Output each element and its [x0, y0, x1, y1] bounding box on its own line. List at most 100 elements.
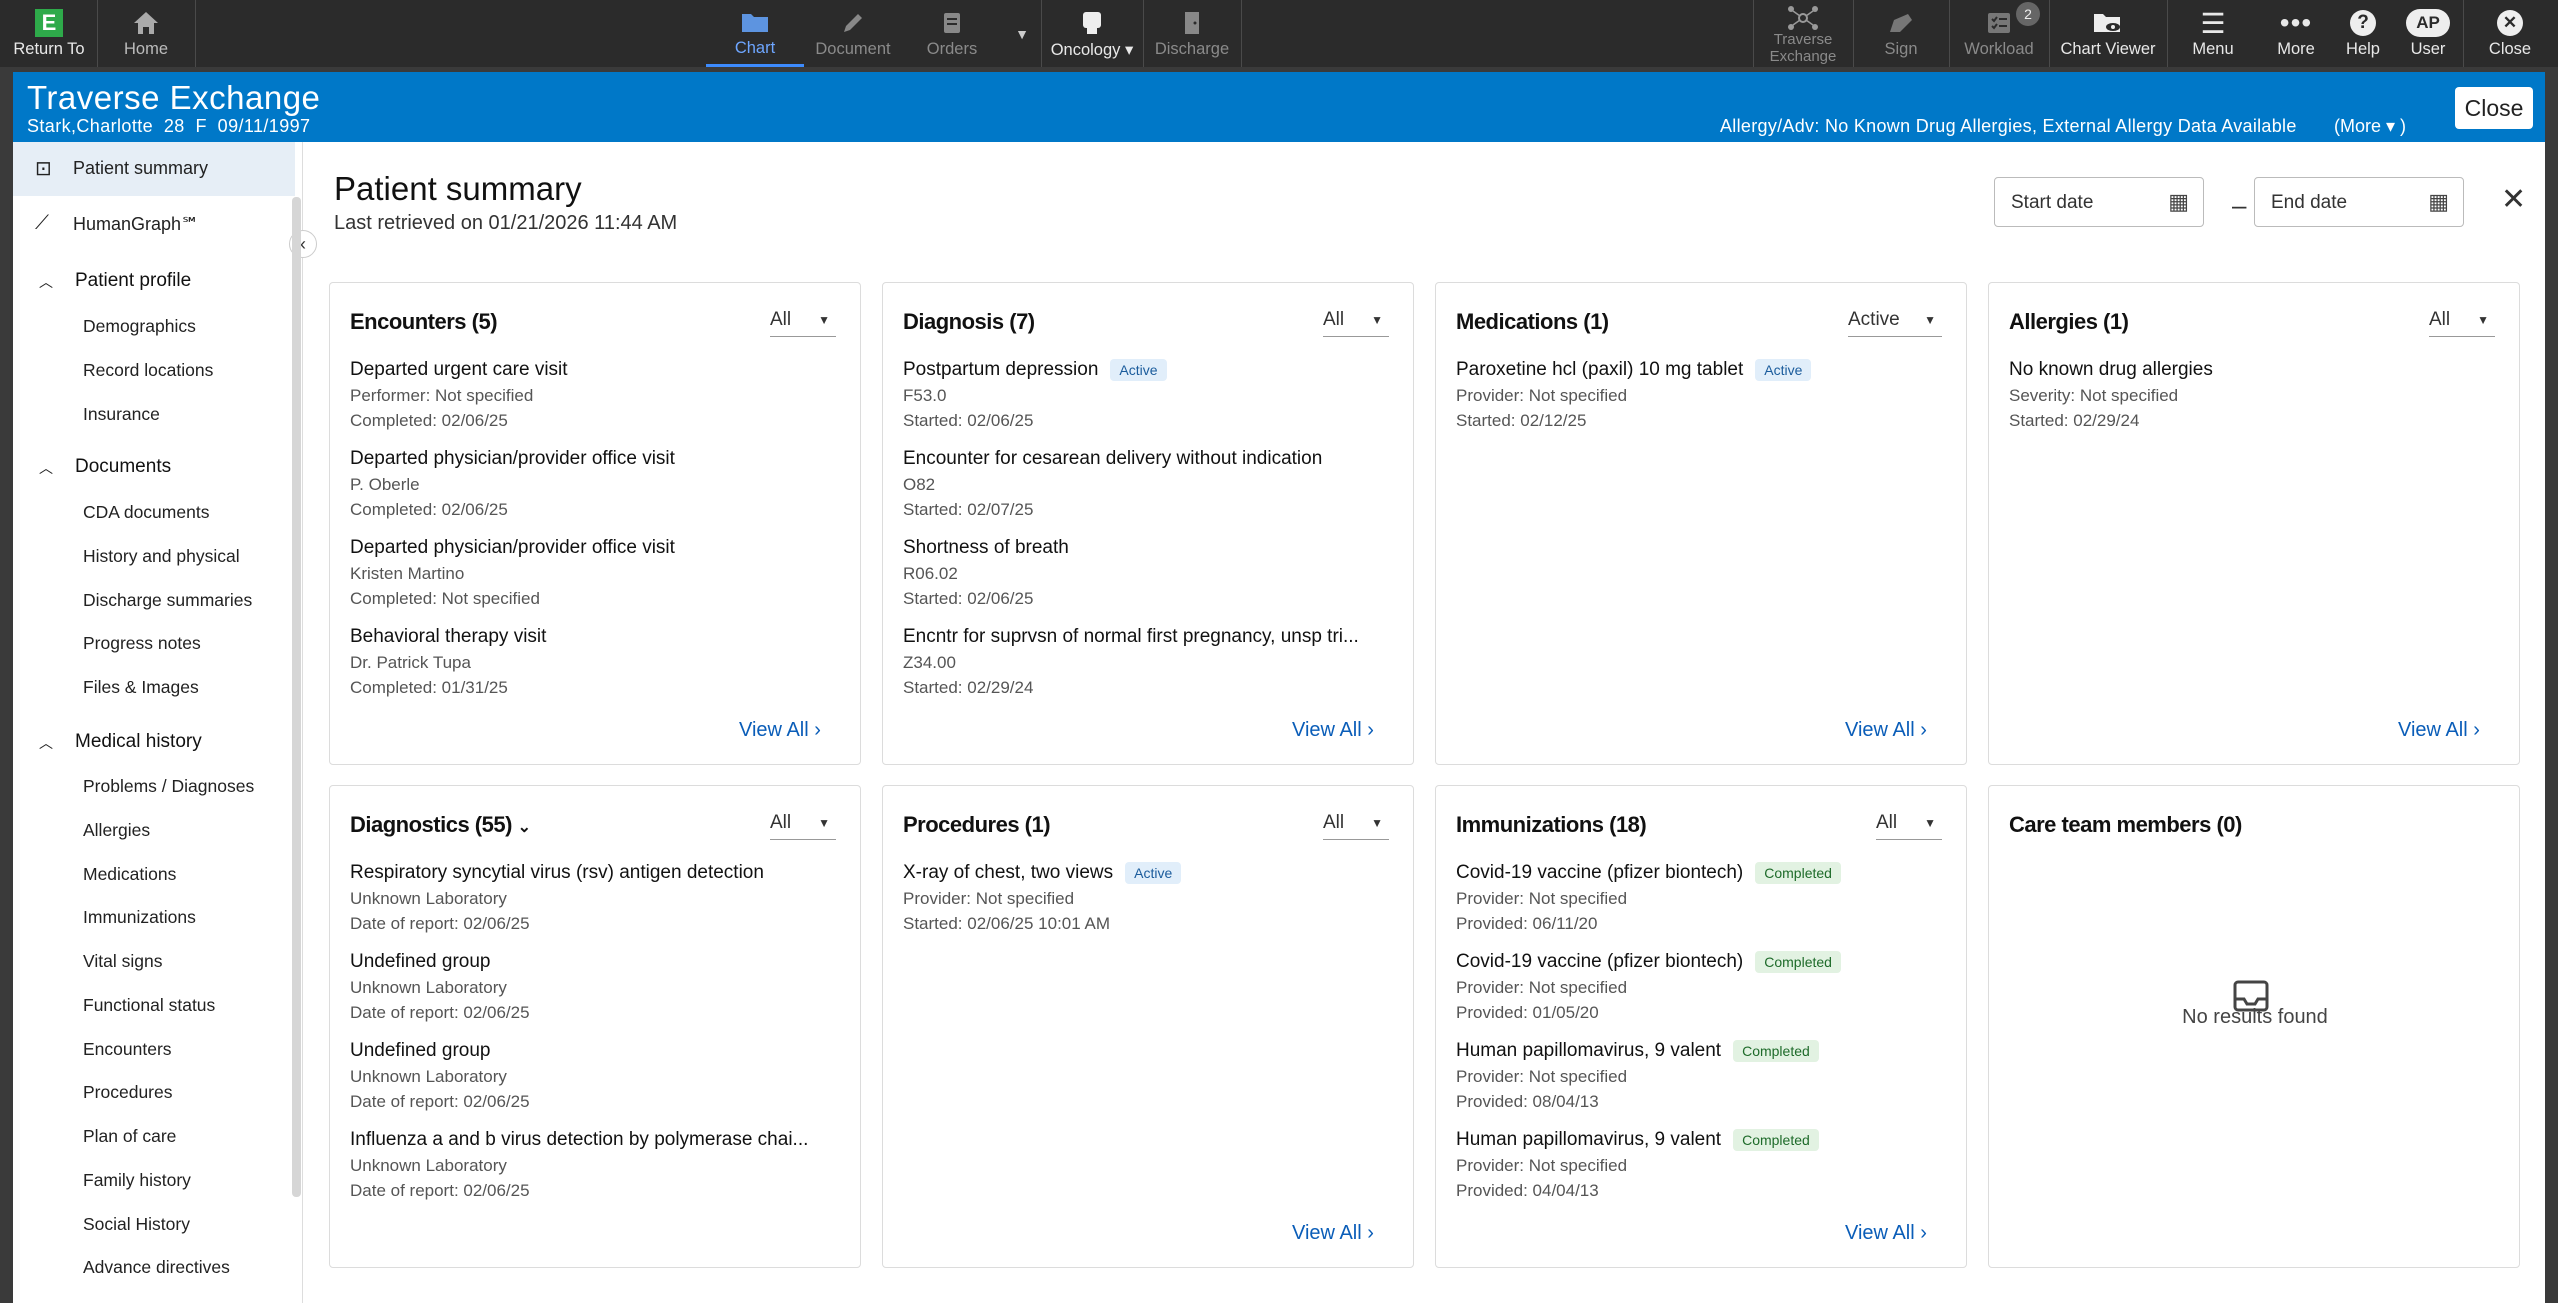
list-item[interactable]: Human papillomavirus, 9 valent Completed P… — [1456, 1038, 1956, 1114]
help-icon: ? — [2350, 8, 2376, 38]
sidebar-item-allergies[interactable]: Allergies — [83, 820, 150, 841]
sidebar-item-procedures[interactable]: Procedures — [83, 1082, 173, 1103]
chevron-up-icon[interactable]: ︿ — [39, 458, 53, 478]
list-item[interactable]: Encntr for suprvsn of normal first pregn… — [903, 624, 1403, 700]
diagnosis-filter-dropdown[interactable]: All ▼ — [1323, 309, 1389, 337]
list-item[interactable]: No known drug allergies Severity: Not spe… — [2009, 357, 2509, 433]
orders-button[interactable]: Orders — [902, 0, 1002, 67]
sidebar-item-plan-of-care[interactable]: Plan of care — [83, 1126, 176, 1147]
sidebar-item-advance-directives[interactable]: Advance directives — [83, 1257, 230, 1278]
list-item[interactable]: Postpartum depression Active F53.0 Started:… — [903, 357, 1403, 433]
medications-view-all-link[interactable]: View All › — [1845, 719, 1927, 742]
chevron-up-icon[interactable]: ︿ — [39, 272, 53, 292]
sidebar-item-problems[interactable]: Problems / Diagnoses — [83, 776, 254, 797]
sidebar-item-demographics[interactable]: Demographics — [83, 316, 196, 337]
list-item[interactable]: Covid-19 vaccine (pfizer biontech) Comple… — [1456, 860, 1956, 936]
menu-button[interactable]: ☰ Menu — [2168, 0, 2258, 67]
home-button[interactable]: Home — [98, 0, 194, 67]
discharge-button[interactable]: Discharge — [1144, 0, 1240, 67]
item-detail: Provider: Not specified — [1456, 1156, 1628, 1175]
list-item[interactable]: Paroxetine hcl (paxil) 10 mg tablet Activ… — [1456, 357, 1956, 433]
more-link[interactable]: (More ▾ ) — [2334, 116, 2406, 137]
encounters-view-all-link[interactable]: View All › — [739, 719, 821, 742]
list-item[interactable]: Respiratory syncytial virus (rsv) antige… — [350, 860, 850, 936]
chevron-up-icon[interactable]: ︿ — [39, 733, 53, 753]
item-detail: Unknown Laboratory — [350, 1156, 507, 1175]
help-button[interactable]: ? Help — [2334, 0, 2392, 67]
user-button[interactable]: AP User — [2394, 0, 2462, 67]
sidebar-item-cda-documents[interactable]: CDA documents — [83, 502, 209, 523]
list-item[interactable]: Behavioral therapy visit Dr. Patrick Tupa… — [350, 624, 850, 700]
list-item[interactable]: X-ray of chest, two views Active Provider:… — [903, 860, 1403, 936]
return-to-button[interactable]: E Return To — [4, 0, 94, 67]
sign-button[interactable]: Sign — [1854, 0, 1948, 67]
sidebar-item-medications[interactable]: Medications — [83, 864, 176, 885]
oncology-button[interactable]: Oncology ▾ — [1042, 0, 1142, 67]
diagnosis-view-all-link[interactable]: View All › — [1292, 719, 1374, 742]
sidebar-item-family-history[interactable]: Family history — [83, 1170, 191, 1191]
sidebar-item-immunizations[interactable]: Immunizations — [83, 907, 196, 928]
chevron-right-icon: › — [1920, 1222, 1927, 1244]
sidebar-item-record-locations[interactable]: Record locations — [83, 360, 213, 381]
document-button[interactable]: Document — [806, 0, 900, 67]
immunizations-filter-dropdown[interactable]: All ▼ — [1876, 812, 1942, 840]
traverse-exchange-button[interactable]: Traverse Exchange — [1754, 0, 1852, 67]
procedures-filter-dropdown[interactable]: All ▼ — [1323, 812, 1389, 840]
item-detail: Provider: Not specified — [1456, 889, 1628, 908]
sidebar-item-insurance[interactable]: Insurance — [83, 404, 160, 425]
sidebar-section-patient-profile[interactable]: Patient profile — [75, 270, 191, 292]
filter-value: All — [770, 309, 792, 330]
sidebar-item-humangraph[interactable]: HumanGraph℠ — [73, 214, 199, 235]
item-detail: Provider: Not specified — [1456, 978, 1628, 997]
calendar-icon[interactable]: ▦ — [2428, 189, 2449, 215]
sidebar-item-progress-notes[interactable]: Progress notes — [83, 633, 201, 654]
calendar-icon[interactable]: ▦ — [2168, 189, 2189, 215]
item-date: Started: 02/29/24 — [2009, 411, 2140, 430]
chart-button[interactable]: Chart — [706, 0, 804, 67]
orders-dropdown-button[interactable]: ▼ — [1004, 0, 1040, 67]
item-date: Provided: 08/04/13 — [1456, 1092, 1599, 1111]
chevron-down-icon[interactable]: ⌄ — [518, 819, 531, 836]
sidebar-item-functional-status[interactable]: Functional status — [83, 995, 215, 1016]
sidebar-item-vital-signs[interactable]: Vital signs — [83, 951, 162, 972]
list-item[interactable]: Undefined group Unknown Laboratory Date of… — [350, 949, 850, 1025]
list-item[interactable]: Covid-19 vaccine (pfizer biontech) Comple… — [1456, 949, 1956, 1025]
sidebar-item-encounters[interactable]: Encounters — [83, 1039, 172, 1060]
list-item[interactable]: Encounter for cesarean delivery without … — [903, 446, 1403, 522]
more-button[interactable]: ••• More — [2258, 0, 2334, 67]
start-date-field[interactable]: Start date ▦ — [1994, 177, 2204, 227]
sidebar-item-files-images[interactable]: Files & Images — [83, 677, 199, 698]
clear-dates-icon[interactable]: ✕ — [2501, 182, 2526, 217]
list-item[interactable]: Departed physician/provider office visit… — [350, 446, 850, 522]
sidebar-item-history-and-physical[interactable]: History and physical — [83, 546, 240, 567]
list-item[interactable]: Departed urgent care visit Performer: Not… — [350, 357, 850, 433]
sidebar-scrollbar[interactable] — [292, 197, 301, 1197]
workload-button[interactable]: 2 Workload — [1950, 0, 2048, 67]
end-date-field[interactable]: End date ▦ — [2254, 177, 2464, 227]
allergies-view-all-link[interactable]: View All › — [2398, 719, 2480, 742]
list-item[interactable]: Influenza a and b virus detection by pol… — [350, 1127, 850, 1203]
list-item[interactable]: Departed physician/provider office visit… — [350, 535, 850, 611]
sidebar-item-discharge-summaries[interactable]: Discharge summaries — [83, 590, 252, 611]
allergies-filter-dropdown[interactable]: All ▼ — [2429, 309, 2495, 337]
procedures-view-all-link[interactable]: View All › — [1292, 1222, 1374, 1245]
card-title: Care team members (0) — [2009, 812, 2242, 837]
close-window-button[interactable]: Close — [2455, 87, 2533, 129]
list-item[interactable]: Undefined group Unknown Laboratory Date of… — [350, 1038, 850, 1114]
medications-filter-dropdown[interactable]: Active ▼ — [1848, 309, 1942, 337]
chart-viewer-button[interactable]: Chart Viewer — [2050, 0, 2166, 67]
start-date-placeholder: Start date — [2011, 192, 2094, 213]
encounters-filter-dropdown[interactable]: All ▼ — [770, 309, 836, 337]
immunizations-view-all-link[interactable]: View All › — [1845, 1222, 1927, 1245]
list-item[interactable]: Shortness of breath R06.02 Started: 02/06/… — [903, 535, 1403, 611]
sidebar-section-documents[interactable]: Documents — [75, 456, 171, 478]
item-date: Completed: Not specified — [350, 589, 540, 608]
diagnostics-filter-dropdown[interactable]: All ▼ — [770, 812, 836, 840]
sidebar-section-medical-history[interactable]: Medical history — [75, 731, 202, 753]
item-title: Shortness of breath — [903, 537, 1069, 558]
close-app-button[interactable]: ✕ Close — [2464, 0, 2556, 67]
list-item[interactable]: Human papillomavirus, 9 valent Completed P… — [1456, 1127, 1956, 1203]
sidebar-item-social-history[interactable]: Social History — [83, 1214, 190, 1235]
toolbar-divider — [1241, 0, 1242, 67]
item-detail: Kristen Martino — [350, 564, 465, 583]
